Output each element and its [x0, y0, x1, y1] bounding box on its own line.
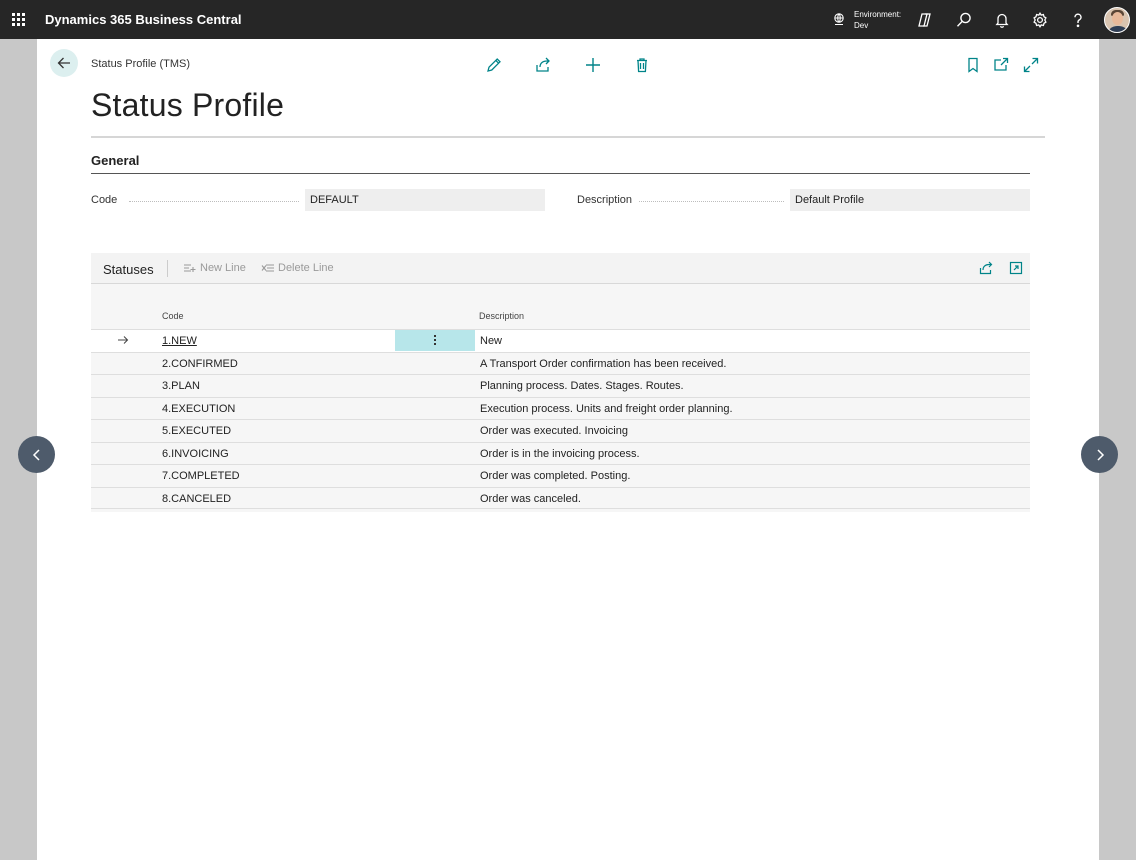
new-line-icon	[184, 264, 196, 272]
row-description[interactable]: Order was canceled.	[480, 493, 581, 505]
edit-pencil-icon[interactable]	[485, 56, 503, 74]
statuses-part-header: Statuses New Line Delete Line	[91, 253, 1030, 284]
row-description[interactable]: Planning process. Dates. Stages. Routes.	[480, 380, 684, 392]
row-code-link[interactable]: 1.NEW	[162, 335, 197, 347]
more-options-icon	[434, 335, 436, 337]
row-code[interactable]: 8.CANCELED	[162, 493, 231, 505]
general-section-divider	[91, 173, 1030, 174]
row-code[interactable]: 6.INVOICING	[162, 448, 229, 460]
delete-line-label: Delete Line	[278, 262, 334, 274]
row-code[interactable]: 5.EXECUTED	[162, 425, 231, 437]
top-bar: Dynamics 365 Business Central Environmen…	[0, 0, 1136, 39]
new-line-label: New Line	[200, 262, 246, 274]
column-header-code[interactable]: Code	[162, 311, 184, 321]
back-button[interactable]	[50, 49, 78, 77]
general-section-title[interactable]: General	[91, 153, 139, 168]
bookmark-icon[interactable]	[964, 56, 982, 74]
table-row[interactable]: 5.EXECUTED Order was executed. Invoicing	[91, 419, 1030, 442]
code-field[interactable]: DEFAULT	[305, 189, 545, 211]
part-expand-icon[interactable]	[1008, 260, 1024, 276]
description-field-label: Description	[577, 194, 633, 206]
copilot-icon[interactable]	[916, 11, 934, 29]
user-avatar[interactable]	[1104, 7, 1130, 33]
row-code[interactable]: 3.PLAN	[162, 380, 200, 392]
row-description[interactable]: Order is in the invoicing process.	[480, 448, 640, 460]
title-divider	[91, 136, 1045, 138]
table-row[interactable]: 7.COMPLETED Order was completed. Posting…	[91, 464, 1030, 487]
code-field-leader	[129, 201, 299, 202]
back-arrow-icon	[57, 57, 70, 69]
part-separator	[167, 260, 168, 277]
row-description[interactable]: A Transport Order confirmation has been …	[480, 358, 726, 370]
new-plus-icon[interactable]	[584, 56, 602, 74]
code-field-label: Code	[91, 194, 118, 206]
statuses-part-title[interactable]: Statuses	[103, 262, 154, 277]
delete-trash-icon[interactable]	[633, 56, 651, 74]
chevron-right-icon	[1096, 448, 1104, 461]
row-description[interactable]: Order was executed. Invoicing	[480, 425, 628, 437]
settings-gear-icon[interactable]	[1031, 11, 1049, 29]
part-share-icon[interactable]	[978, 260, 994, 276]
row-code[interactable]: 4.EXECUTION	[162, 403, 235, 415]
environment-value: Dev	[854, 21, 869, 30]
table-row[interactable]: 2.CONFIRMED A Transport Order confirmati…	[91, 351, 1030, 375]
description-field-leader	[639, 201, 784, 202]
help-question-icon[interactable]	[1069, 11, 1087, 29]
open-new-window-icon[interactable]	[992, 56, 1010, 74]
app-launcher-icon[interactable]	[12, 13, 26, 27]
row-description[interactable]: Execution process. Units and freight ord…	[480, 403, 733, 415]
breadcrumb: Status Profile (TMS)	[91, 58, 191, 70]
row-code[interactable]: 2.CONFIRMED	[162, 358, 238, 370]
column-header-description[interactable]: Description	[479, 311, 524, 321]
row-description[interactable]: New	[480, 335, 502, 347]
environment-label: Environment:	[854, 10, 902, 19]
delete-line-icon	[261, 264, 274, 272]
expand-icon[interactable]	[1022, 56, 1040, 74]
environment-icon	[834, 13, 844, 26]
table-row[interactable]: 3.PLAN Planning process. Dates. Stages. …	[91, 374, 1030, 397]
app-title[interactable]: Dynamics 365 Business Central	[45, 12, 242, 27]
table-row[interactable]: 8.CANCELED Order was canceled.	[91, 486, 1030, 509]
table-row[interactable]: 4.EXECUTION Execution process. Units and…	[91, 396, 1030, 420]
share-icon[interactable]	[534, 56, 552, 74]
current-row-arrow-icon	[118, 336, 129, 344]
description-field[interactable]: Default Profile	[790, 189, 1030, 211]
row-code[interactable]: 7.COMPLETED	[162, 470, 240, 482]
chevron-left-icon	[32, 448, 40, 461]
page-title: Status Profile	[91, 87, 285, 123]
statuses-grid: Code Description 1.NEW New 2.CONFIRMED A…	[91, 284, 1030, 512]
card-page: Status Profile (TMS) Status Profile Gene…	[37, 39, 1099, 860]
table-row[interactable]: 6.INVOICING Order is in the invoicing pr…	[91, 441, 1030, 465]
row-description[interactable]: Order was completed. Posting.	[480, 470, 630, 482]
previous-record-button[interactable]	[18, 436, 55, 473]
row-action-menu-button[interactable]	[395, 330, 475, 351]
notifications-bell-icon[interactable]	[993, 11, 1011, 29]
table-row[interactable]: 1.NEW New	[91, 329, 1030, 352]
search-icon[interactable]	[955, 11, 973, 29]
next-record-button[interactable]	[1081, 436, 1118, 473]
